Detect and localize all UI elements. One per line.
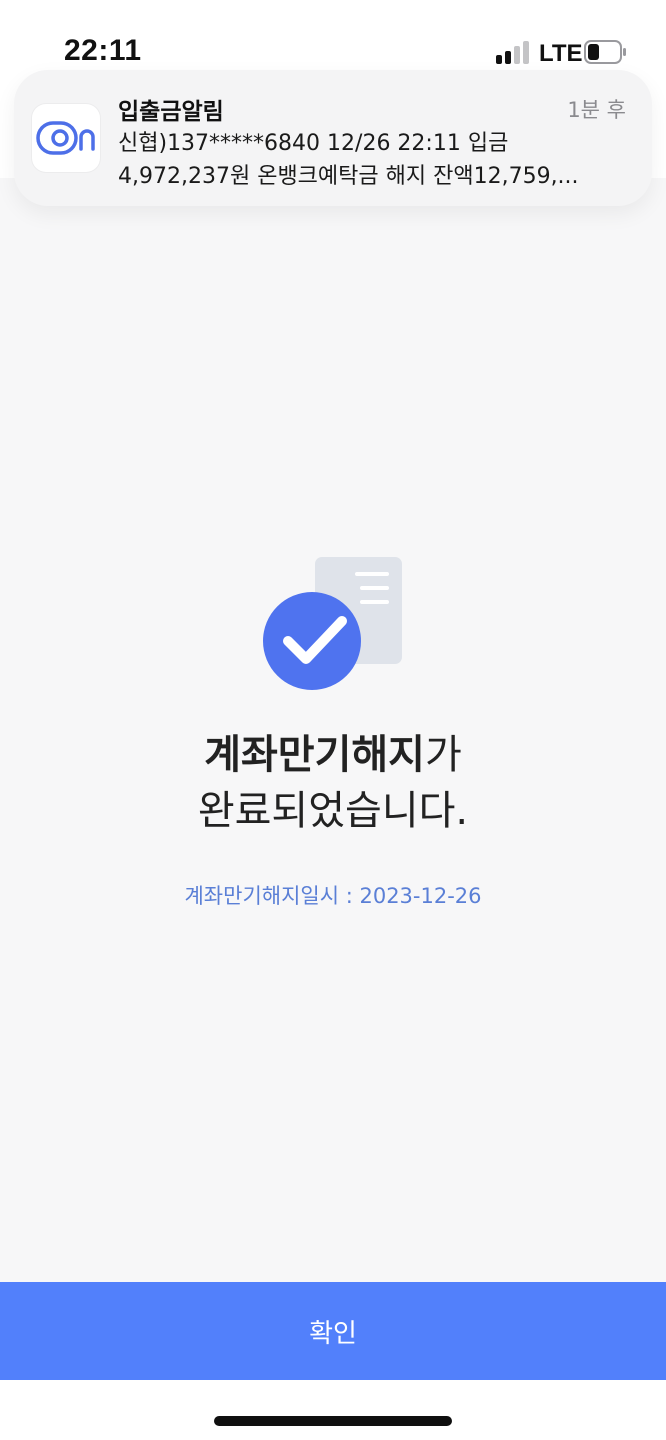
notification-body-line-2: 4,972,237원 온뱅크예탁금 해지 잔액12,759,... (118, 164, 579, 189)
notification-time: 1분 후 (567, 98, 626, 122)
completion-message-line-1: 계좌만기해지가 (0, 727, 666, 783)
completion-message: 계좌만기해지가 완료되었습니다. (0, 727, 666, 839)
onbank-logo-icon (32, 104, 100, 172)
push-notification[interactable]: 입출금알림 1분 후 신협)137*****6840 12/26 22:11 입… (14, 70, 652, 206)
notification-title: 입출금알림 (118, 99, 224, 125)
termination-date: 계좌만기해지일시 : 2023-12-26 (184, 884, 482, 908)
status-time: 22:11 (64, 34, 142, 67)
home-indicator[interactable] (214, 1416, 452, 1426)
status-bar: 22:11 LTE (0, 0, 666, 70)
battery-icon (584, 40, 626, 64)
completion-message-line-2: 완료되었습니다. (197, 788, 469, 834)
notification-body-line-1: 신협)137*****6840 12/26 22:11 입금 (118, 131, 509, 156)
bottom-safe-area (0, 1380, 666, 1440)
completion-message-suffix: 가 (425, 732, 462, 778)
completion-message-strong: 계좌만기해지 (204, 732, 425, 778)
signal-strength-icon (496, 40, 532, 64)
check-document-icon (263, 557, 402, 690)
network-type: LTE (539, 40, 583, 67)
confirm-button[interactable]: 확인 (0, 1282, 666, 1380)
